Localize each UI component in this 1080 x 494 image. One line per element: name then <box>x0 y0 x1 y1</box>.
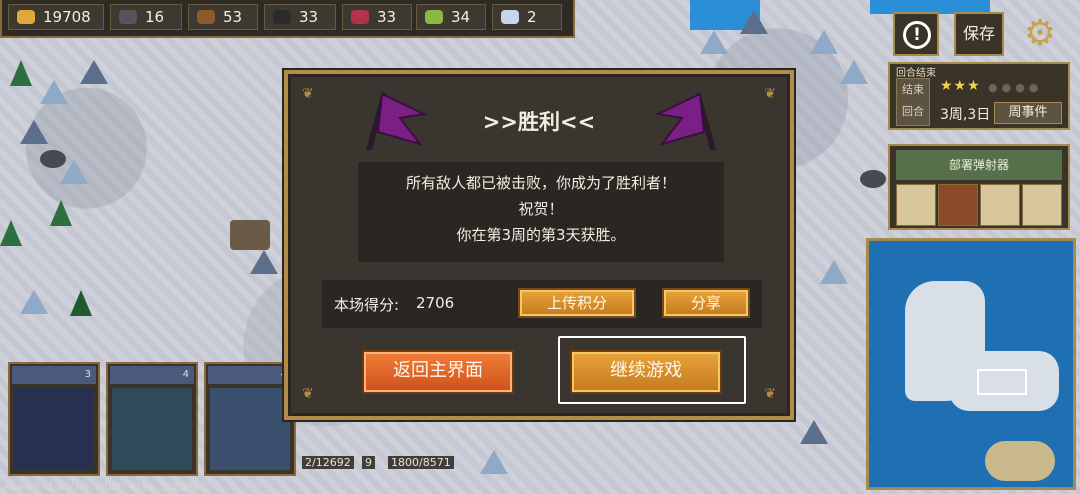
victory-message: 所有敌人都已被击败，你成为了胜利者！ 祝贺！ 你在第3周的第3天获胜。 <box>358 162 724 262</box>
message-line: 你在第3周的第3天获胜。 <box>456 226 626 244</box>
victory-dialog: ❦ ❦ ❦ ❦ >>胜利<< 所有敌人都已被击败，你成为了胜利者！ 祝贺！ 你在… <box>284 70 794 420</box>
corner-ornament: ❦ <box>764 386 776 402</box>
return-main-menu-button[interactable]: 返回主界面 <box>362 350 514 394</box>
score-value: 2706 <box>416 294 455 312</box>
message-line: 祝贺！ <box>518 200 564 218</box>
continue-game-button[interactable]: 继续游戏 <box>570 350 722 394</box>
score-panel: 本场得分: 2706 上传积分 分享 <box>322 280 762 328</box>
dialog-title: >>胜利<< <box>482 110 596 134</box>
upload-score-button[interactable]: 上传积分 <box>518 288 636 318</box>
corner-ornament: ❦ <box>302 86 314 102</box>
message-line: 所有敌人都已被击败，你成为了胜利者！ <box>405 174 676 192</box>
corner-ornament: ❦ <box>764 86 776 102</box>
corner-ornament: ❦ <box>302 386 314 402</box>
score-label: 本场得分: <box>334 296 400 314</box>
share-button[interactable]: 分享 <box>662 288 750 318</box>
